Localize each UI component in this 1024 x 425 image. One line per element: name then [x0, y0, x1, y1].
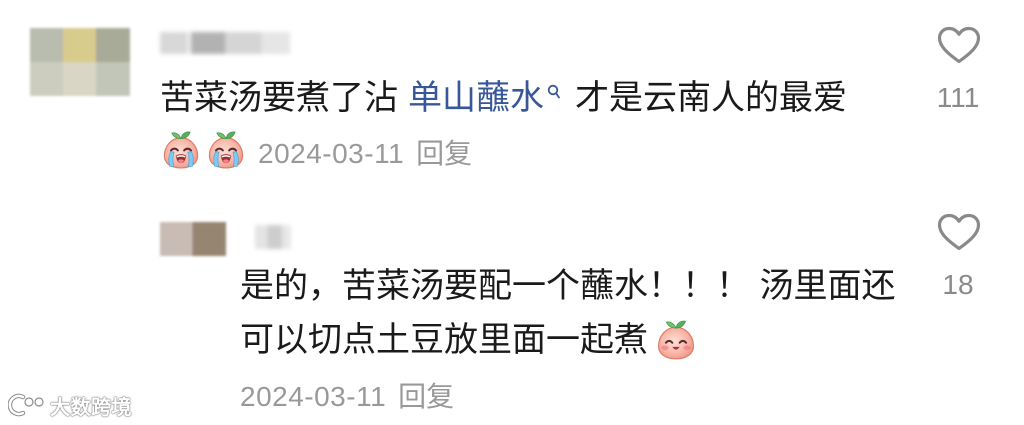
heart-icon[interactable]: [936, 212, 982, 252]
reply-button[interactable]: 回复: [398, 383, 454, 411]
reply-text: 是的，苦菜汤要配一个蘸水！！！ 汤里面还 可以切点土豆放里面一起煮: [240, 259, 895, 367]
comment-text-start: 苦菜汤要煮了沾: [160, 79, 398, 117]
watermark-text: 大数跨境: [50, 396, 132, 419]
reply-date: 2024-03-11: [240, 381, 387, 412]
avatar[interactable]: [30, 28, 130, 96]
comment-text: 苦菜汤要煮了沾 单山蘸水 才是云南人的最爱: [160, 78, 847, 118]
reply-button[interactable]: 回复: [416, 140, 472, 168]
reply-text-line-1: 是的，苦菜汤要配一个蘸水！！！ 汤里面还: [240, 259, 895, 313]
like-count: 111: [936, 82, 980, 113]
username[interactable]: [255, 225, 291, 249]
reply-text-line-2: 可以切点土豆放里面一起煮: [240, 313, 895, 367]
search-keyword-label: 单山蘸水: [408, 79, 544, 117]
reply-text-line-1-content: 是的，苦菜汤要配一个蘸水！！！ 汤里面还: [240, 267, 896, 305]
heart-icon[interactable]: [936, 25, 982, 65]
comment-meta: 2024-03-11 回复: [160, 128, 472, 172]
crying-emoji-icon: [205, 129, 247, 171]
reply-meta: 2024-03-11 回复: [240, 383, 454, 411]
search-icon: [547, 84, 560, 99]
smiling-emoji-icon: [654, 318, 698, 362]
avatar[interactable]: [160, 222, 226, 256]
search-keyword-link[interactable]: 单山蘸水: [408, 78, 561, 118]
comment-text-end: 才是云南人的最爱: [575, 79, 847, 117]
comment-date: 2024-03-11: [258, 138, 405, 169]
watermark-logo-icon: [8, 393, 44, 417]
like-count: 18: [942, 269, 974, 300]
watermark: 大数跨境: [8, 391, 132, 419]
reply-text-line-2-content: 可以切点土豆放里面一起煮: [240, 321, 648, 359]
crying-emoji-icon: [160, 129, 202, 171]
username[interactable]: [160, 32, 290, 54]
